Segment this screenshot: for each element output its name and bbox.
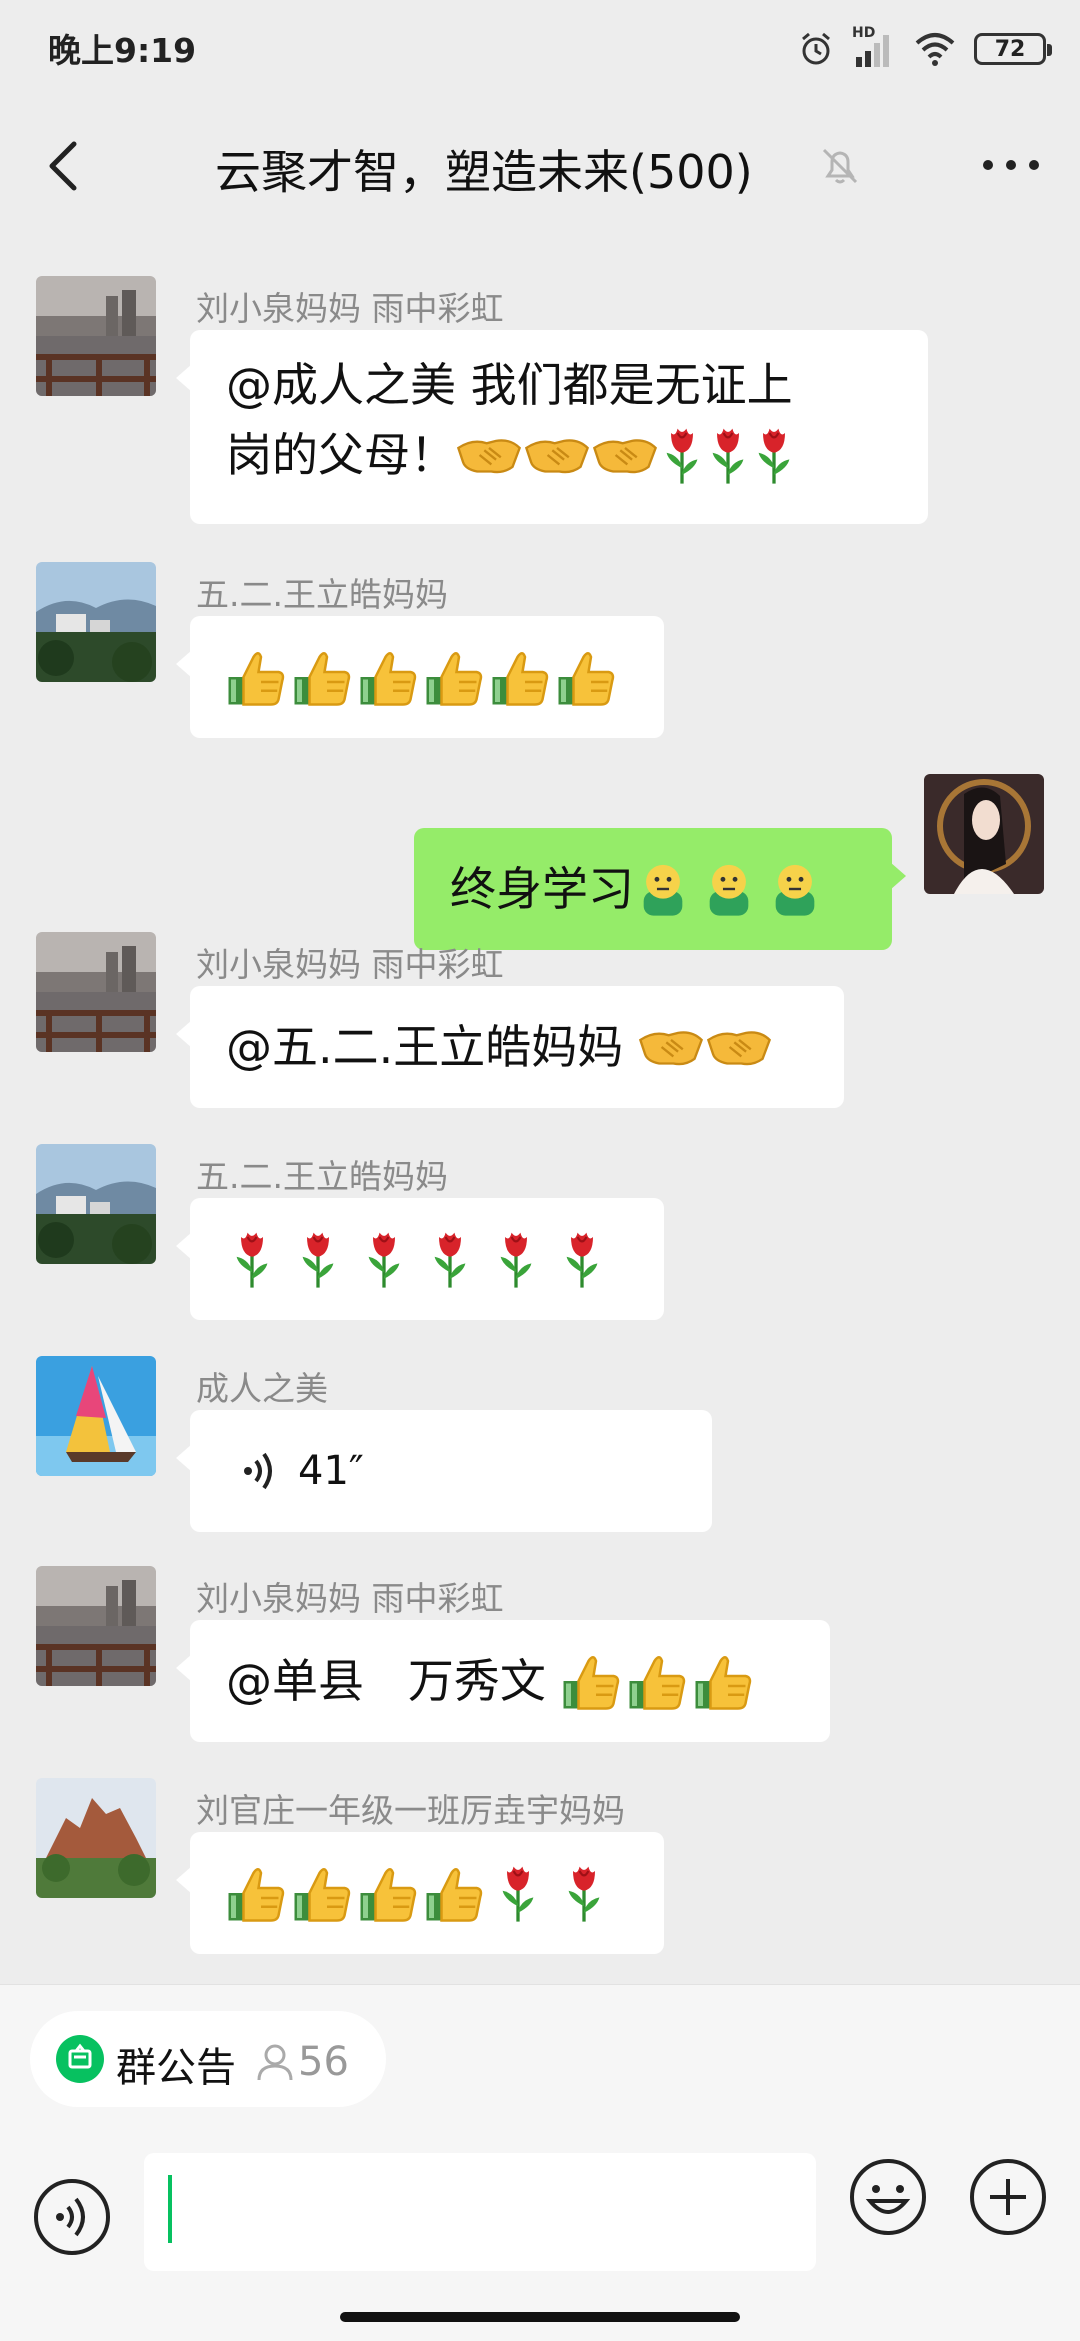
rose-emoji-icon — [706, 424, 750, 486]
sender-name: 刘官庄一年级一班厉垚宇妈妈 — [196, 1791, 625, 1830]
alarm-icon — [802, 32, 830, 65]
sender-name: 五.二.王立皓妈妈 — [196, 1157, 448, 1196]
mute-bell-icon — [822, 148, 858, 184]
message-bubble[interactable]: 终身学习 — [414, 828, 906, 950]
message-input[interactable] — [144, 2153, 816, 2271]
back-icon[interactable] — [36, 136, 96, 196]
notice-label: 群公告 — [116, 2045, 236, 2091]
emoji-group — [561, 1651, 753, 1711]
thumbs-up-emoji-icon — [556, 647, 616, 707]
battery-indicator: 72 — [974, 33, 1052, 65]
home-indicator[interactable] — [340, 2312, 740, 2322]
rose-emoji-icon — [660, 424, 704, 486]
voice-message-bubble[interactable]: 41″ — [176, 1410, 712, 1532]
avatar[interactable] — [36, 1566, 156, 1686]
sender-name: 刘小泉妈妈 雨中彩虹 — [196, 945, 504, 984]
rose-emoji-icon — [752, 424, 796, 486]
avatar[interactable] — [36, 1144, 156, 1264]
emoji-group — [230, 1228, 604, 1290]
thumbs-up-emoji-icon — [292, 1863, 352, 1923]
emoji-group — [638, 1023, 772, 1071]
thumbs-up-emoji-icon — [292, 647, 352, 707]
plus-icon[interactable] — [968, 2157, 1048, 2237]
rose-emoji-icon — [362, 1228, 406, 1290]
message-bubble[interactable] — [176, 616, 664, 738]
message-bubble[interactable] — [176, 1198, 664, 1320]
status-bar: 晚上9:19 HD 72 — [0, 0, 1080, 96]
notice-icon — [56, 2035, 104, 2083]
sender-name: 刘小泉妈妈 雨中彩虹 — [196, 289, 504, 328]
message-bubble[interactable] — [176, 1832, 664, 1954]
thumbs-up-emoji-icon — [561, 1651, 621, 1711]
rose-emoji-icon — [494, 1228, 538, 1290]
thumbs-up-emoji-icon — [627, 1651, 687, 1711]
thumbs-up-emoji-icon — [358, 647, 418, 707]
thumbs-up-emoji-icon — [490, 647, 550, 707]
handshake-emoji-icon — [592, 431, 658, 479]
sender-name: 成人之美 — [196, 1369, 328, 1408]
avatar[interactable] — [36, 1356, 156, 1476]
person-emoji-icon — [766, 860, 824, 918]
handshake-emoji-icon — [456, 431, 522, 479]
thumbs-up-emoji-icon — [226, 1863, 286, 1923]
avatar[interactable] — [36, 932, 156, 1052]
member-count-value: 56 — [298, 2039, 349, 2085]
sender-name: 五.二.王立皓妈妈 — [196, 575, 448, 614]
thumbs-up-emoji-icon — [358, 1863, 418, 1923]
emoji-group — [456, 424, 796, 486]
sender-name: 刘小泉妈妈 雨中彩虹 — [196, 1579, 504, 1618]
message-text: 岗的父母！ — [226, 428, 456, 482]
voice-input-icon[interactable] — [32, 2177, 112, 2257]
thumbs-up-emoji-icon — [424, 647, 484, 707]
message-text: @成人之美 我们都是无证上 — [226, 358, 793, 412]
voice-duration: 41″ — [298, 1448, 364, 1494]
thumbs-up-emoji-icon — [226, 647, 286, 707]
message-text: @单县 万秀文 — [226, 1654, 561, 1708]
chat-title: 云聚才智，塑造未来(500) — [215, 145, 753, 199]
status-icons: HD 72 — [798, 25, 1052, 72]
input-panel: 群公告 56 — [0, 1984, 1080, 2341]
emoji-group — [226, 1862, 606, 1924]
rose-emoji-icon — [428, 1228, 472, 1290]
message-bubble[interactable]: @成人之美 我们都是无证上 岗的父母！ — [176, 330, 928, 524]
message-bubble[interactable]: @单县 万秀文 — [176, 1620, 830, 1742]
avatar[interactable] — [36, 276, 156, 396]
message-text: @五.二.王立皓妈妈 — [226, 1020, 638, 1074]
avatar[interactable] — [36, 1778, 156, 1898]
voice-wave-icon — [244, 1452, 272, 1490]
wifi-icon — [915, 33, 955, 66]
person-emoji-icon — [634, 860, 692, 918]
handshake-emoji-icon — [524, 431, 590, 479]
message-bubble[interactable]: @五.二.王立皓妈妈 — [176, 986, 844, 1108]
rose-emoji-icon — [560, 1228, 604, 1290]
avatar[interactable] — [36, 562, 156, 682]
handshake-emoji-icon — [638, 1023, 704, 1071]
handshake-emoji-icon — [706, 1023, 772, 1071]
thumbs-up-emoji-icon — [693, 1651, 753, 1711]
rose-emoji-icon — [496, 1862, 540, 1924]
self-avatar[interactable] — [924, 774, 1044, 894]
rose-emoji-icon — [562, 1862, 606, 1924]
signal-icon: HD — [852, 25, 896, 69]
more-options-icon[interactable] — [976, 140, 1046, 190]
rose-emoji-icon — [296, 1228, 340, 1290]
rose-emoji-icon — [230, 1228, 274, 1290]
person-emoji-icon — [700, 860, 758, 918]
text-caret — [168, 2175, 172, 2243]
chat-header: 云聚才智，塑造未来(500) — [0, 96, 1080, 244]
status-time: 晚上9:19 — [48, 31, 197, 70]
message-text: 终身学习 — [450, 862, 634, 916]
member-count-group: 56 — [256, 2039, 349, 2085]
emoji-icon[interactable] — [848, 2157, 928, 2237]
emoji-group — [226, 647, 616, 707]
emoji-group — [634, 860, 824, 918]
person-outline-icon — [257, 2044, 293, 2081]
thumbs-up-emoji-icon — [424, 1863, 484, 1923]
